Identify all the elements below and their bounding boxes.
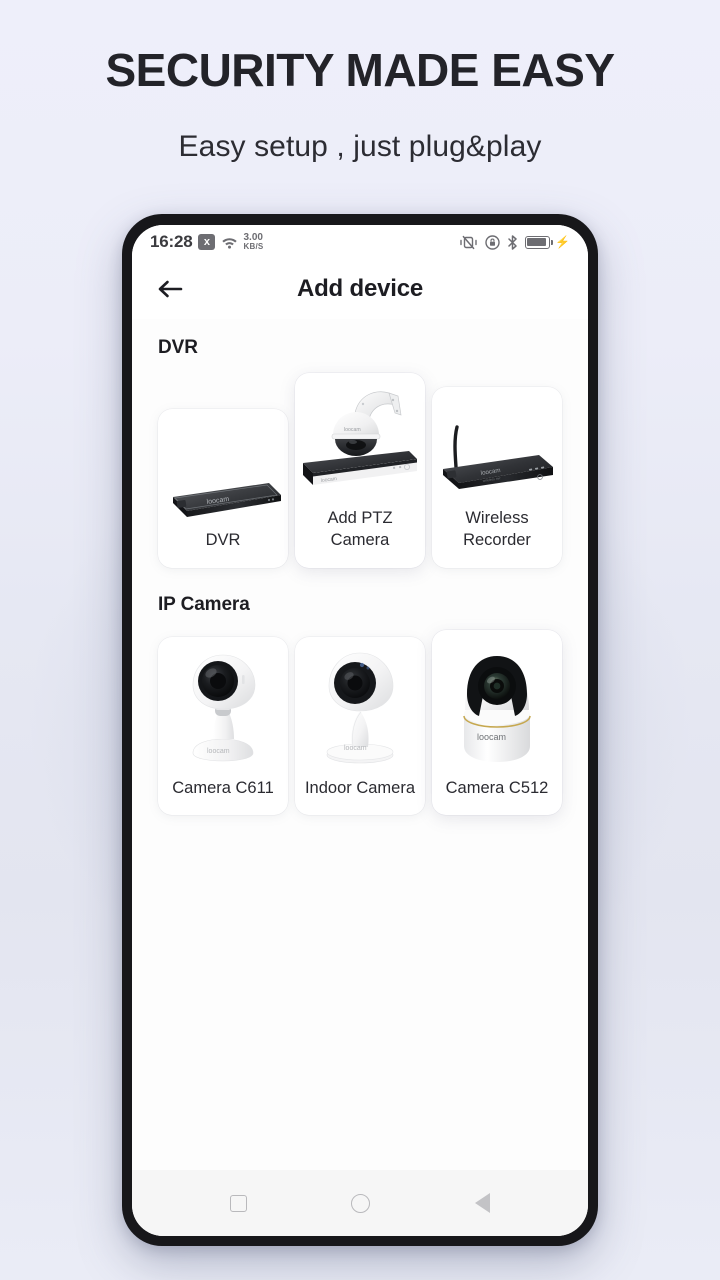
wifi-icon — [222, 238, 238, 249]
charging-bolt-icon: ⚡ — [555, 235, 570, 249]
device-card-wireless-recorder[interactable]: loocam wireless nvr Wireless Recorder — [432, 387, 562, 568]
vibrate-mute-icon — [460, 235, 477, 249]
marketing-headline: SECURITY MADE EASY — [105, 44, 615, 96]
system-navigation-bar — [132, 1170, 588, 1236]
camera-c512-image: loocam — [432, 630, 562, 771]
back-button[interactable] — [154, 272, 188, 306]
camera-c611-illustration: loocam — [192, 654, 256, 761]
device-card-camera-c611[interactable]: loocam Camera C611 — [158, 636, 288, 815]
device-card-label: DVR — [205, 531, 241, 550]
page-title: Add device — [296, 275, 424, 302]
device-card-label: Wireless Recorder — [463, 509, 531, 550]
network-speed-unit: KB/S — [243, 242, 264, 251]
status-bar: 16:28 x 3.00 KB/S ⚡ — [132, 225, 588, 259]
system-back-button[interactable] — [474, 1193, 490, 1213]
device-grid-dvr: loocam DVR loocam loocam Add PTZ Camera … — [132, 373, 588, 568]
device-card-camera-c512[interactable]: loocam Camera C512 — [432, 629, 562, 815]
rotation-lock-icon — [485, 234, 500, 250]
home-button[interactable] — [351, 1193, 371, 1213]
camera-c512-illustration: loocam — [463, 655, 531, 762]
indoor-camera-illustration: loocam — [326, 652, 394, 763]
device-card-dvr[interactable]: loocam DVR — [158, 409, 288, 568]
dvr-recorder-image: loocam — [158, 409, 288, 523]
device-card-label: Camera C512 — [445, 778, 549, 797]
device-card-indoor-camera[interactable]: loocam Indoor Camera — [295, 636, 425, 815]
bluetooth-icon — [508, 234, 517, 250]
x-badge-icon: x — [198, 234, 216, 250]
section-title-dvr: DVR — [158, 337, 198, 358]
battery-icon — [525, 235, 554, 249]
device-card-label: Indoor Camera — [304, 778, 416, 797]
section-title-ip-camera: IP Camera — [158, 593, 250, 615]
status-clock: 16:28 — [150, 232, 193, 251]
phone-device-frame: 16:28 x 3.00 KB/S ⚡ Add device DVR looca… — [122, 214, 598, 1246]
svg-text:loocam: loocam — [477, 732, 506, 742]
indoor-camera-image: loocam — [295, 637, 425, 771]
add-device-content: DVR loocam DVR loocam loocam Add PTZ Cam… — [132, 319, 588, 1170]
svg-text:loocam: loocam — [321, 476, 338, 484]
ptz-camera-illustration: loocam loocam — [303, 391, 417, 485]
wireless-recorder-illustration: loocam wireless nvr — [443, 425, 553, 489]
phone-screen: 16:28 x 3.00 KB/S ⚡ Add device DVR looca… — [132, 225, 588, 1236]
network-speed: 3.00 KB/S — [243, 233, 263, 251]
device-grid-ip-camera: loocam Camera C611 loocam Indoor Camera … — [132, 629, 588, 815]
wireless-recorder-image: loocam wireless nvr — [432, 387, 562, 501]
marketing-subheadline: Easy setup , just plug&play — [178, 130, 542, 163]
device-card-label: Add PTZ Camera — [327, 509, 393, 550]
arrow-left-icon — [158, 280, 183, 298]
ptz-camera-and-recorder-image: loocam loocam — [295, 373, 425, 501]
svg-text:loocam: loocam — [207, 748, 230, 755]
svg-text:loocam: loocam — [344, 427, 361, 433]
svg-text:loocam: loocam — [344, 745, 367, 752]
dvr-recorder-illustration: loocam — [173, 483, 281, 518]
status-bar-left: 16:28 x 3.00 KB/S — [150, 232, 263, 252]
camera-c611-image: loocam — [158, 637, 288, 771]
app-header: Add device — [132, 259, 588, 319]
device-card-label: Camera C611 — [172, 778, 274, 797]
recents-button[interactable] — [230, 1194, 248, 1212]
status-bar-right: ⚡ — [459, 234, 570, 250]
device-card-add-ptz-camera[interactable]: loocam loocam Add PTZ Camera — [295, 373, 425, 568]
